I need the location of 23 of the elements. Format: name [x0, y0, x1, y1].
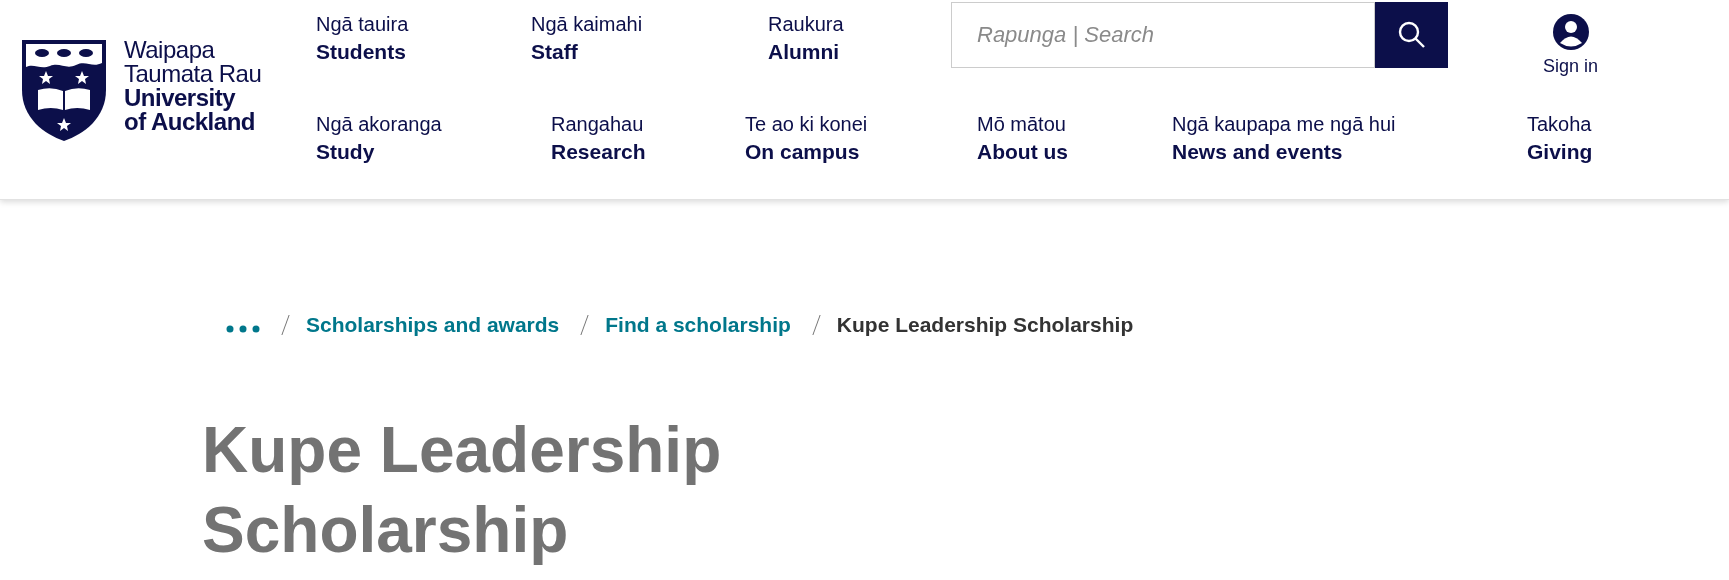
- breadcrumb-link[interactable]: Scholarships and awards: [306, 313, 560, 337]
- search-button[interactable]: [1375, 2, 1448, 68]
- search-icon: [1397, 21, 1426, 49]
- logo-text: Waipapa: [124, 38, 216, 62]
- page-title: Kupe Leadership Scholarship: [202, 413, 723, 568]
- breadcrumb-link[interactable]: Find a scholarship: [605, 313, 791, 337]
- sign-in-link[interactable]: Sign in: [1543, 14, 1599, 77]
- nav-link[interactable]: Ngā akoranga Study: [316, 110, 551, 166]
- user-icon: [1552, 14, 1589, 50]
- nav-link[interactable]: Te ao ki konei On campus: [745, 110, 977, 166]
- crest-icon[interactable]: [20, 38, 108, 142]
- nav-link[interactable]: Raukura Alumni: [768, 10, 951, 66]
- nav-link[interactable]: Ngā kaimahi Staff: [531, 10, 768, 66]
- nav-link[interactable]: Mō mātou About us: [977, 110, 1172, 166]
- nav-link[interactable]: Ngā kaupapa me ngā hui News and events: [1172, 110, 1527, 166]
- logo-text: Taumata Rau: [124, 62, 262, 86]
- nav-link[interactable]: Takoha Giving: [1527, 110, 1667, 166]
- logo-text: of Auckland: [124, 110, 256, 134]
- breadcrumb-current: Kupe Leadership Scholarship: [836, 313, 1134, 337]
- ellipsis-icon[interactable]: [226, 325, 260, 333]
- search-field[interactable]: Rapunga | Search: [951, 2, 1375, 68]
- nav-link[interactable]: Ngā tauira Students: [316, 10, 531, 66]
- nav-link[interactable]: Rangahau Research: [551, 110, 745, 166]
